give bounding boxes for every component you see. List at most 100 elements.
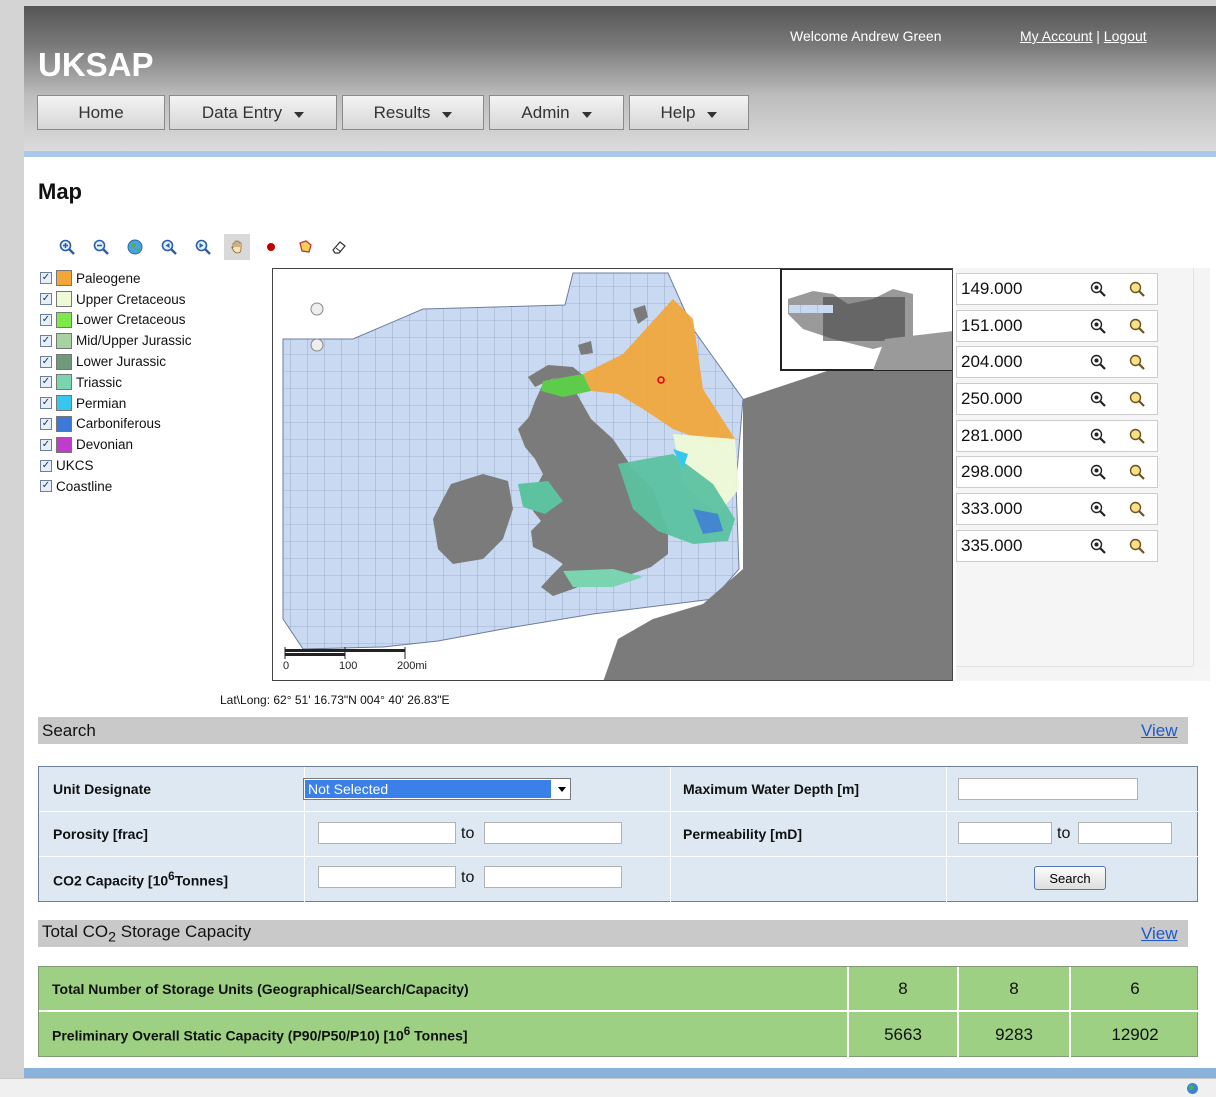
checkbox[interactable]: ✓ [40, 438, 52, 451]
zoom-next-icon[interactable] [190, 234, 216, 260]
zoom-to-extent-icon[interactable] [1079, 428, 1118, 444]
permeability-max-input[interactable] [1078, 822, 1172, 844]
checkbox[interactable]: ✓ [40, 397, 52, 410]
result-row[interactable]: 298.000 [956, 456, 1158, 488]
search-title: Search [42, 720, 96, 740]
capacity-view-link[interactable]: View [1141, 924, 1178, 944]
static-capacity-p90: 5663 [849, 1012, 959, 1057]
legend-item[interactable]: ✓ Triassic [40, 372, 270, 393]
porosity-min-input[interactable] [318, 822, 456, 844]
checkbox[interactable]: ✓ [40, 480, 52, 493]
zoom-to-extent-icon[interactable] [1079, 464, 1118, 480]
checkbox[interactable]: ✓ [40, 272, 52, 285]
color-swatch [56, 311, 72, 328]
nav-home[interactable]: Home [37, 95, 165, 130]
zoom-to-extent-icon[interactable] [1079, 391, 1118, 407]
zoom-to-extent-icon[interactable] [1079, 538, 1118, 554]
result-row[interactable]: 204.000 [956, 346, 1158, 378]
legend-item[interactable]: ✓ Mid/Upper Jurassic [40, 330, 270, 351]
map-toolbar [54, 234, 360, 260]
co2-capacity-max-input[interactable] [484, 866, 622, 888]
zoom-to-unit-icon[interactable] [1118, 391, 1157, 407]
logout-link[interactable]: Logout [1104, 28, 1147, 44]
zoom-to-extent-icon[interactable] [1079, 318, 1118, 334]
legend-item[interactable]: ✓ Coastline [40, 476, 270, 497]
unit-designate-label: Unit Designate [39, 767, 305, 812]
result-row[interactable]: 335.000 [956, 530, 1158, 562]
checkbox[interactable]: ✓ [40, 313, 52, 326]
globe-icon[interactable] [122, 234, 148, 260]
zoom-to-extent-icon[interactable] [1079, 354, 1118, 370]
legend-item[interactable]: ✓ Paleogene [40, 268, 270, 289]
result-row[interactable]: 151.000 [956, 310, 1158, 342]
checkbox[interactable]: ✓ [40, 293, 52, 306]
max-water-depth-input[interactable] [958, 778, 1138, 800]
search-view-link[interactable]: View [1141, 721, 1178, 741]
unit-designate-select[interactable]: Not Selected [303, 778, 571, 800]
color-swatch [56, 270, 72, 287]
map-viewport[interactable]: 0 100 200mi [272, 268, 953, 681]
color-swatch [56, 332, 72, 349]
zoom-out-icon[interactable] [88, 234, 114, 260]
color-swatch [56, 291, 72, 308]
checkbox[interactable]: ✓ [40, 459, 52, 472]
point-icon[interactable] [258, 234, 284, 260]
result-row[interactable]: 333.000 [956, 493, 1158, 525]
legend-label: Devonian [76, 437, 134, 453]
result-value: 298.000 [961, 462, 1023, 481]
pan-south-icon [310, 338, 324, 352]
result-row[interactable]: 281.000 [956, 420, 1158, 452]
zoom-to-unit-icon[interactable] [1118, 538, 1157, 554]
legend-item[interactable]: ✓ Lower Cretaceous [40, 310, 270, 331]
legend-item[interactable]: ✓ Permian [40, 393, 270, 414]
checkbox[interactable]: ✓ [40, 355, 52, 368]
my-account-link[interactable]: My Account [1020, 28, 1092, 44]
checkbox[interactable]: ✓ [40, 376, 52, 389]
map-canvas[interactable]: 0 100 200mi [273, 269, 953, 681]
checkbox[interactable]: ✓ [40, 417, 52, 430]
horizontal-scrollbar[interactable] [956, 666, 1193, 681]
result-row[interactable]: 250.000 [956, 383, 1158, 415]
permeability-min-input[interactable] [958, 822, 1052, 844]
result-row[interactable]: 149.000 [956, 273, 1158, 305]
co2-capacity-min-input[interactable] [318, 866, 456, 888]
pan-hand-icon[interactable] [224, 234, 250, 260]
search-button[interactable]: Search [1034, 866, 1106, 890]
vertical-scrollbar[interactable] [1193, 268, 1210, 666]
zoom-to-extent-icon[interactable] [1079, 501, 1118, 517]
porosity-max-input[interactable] [484, 822, 622, 844]
zoom-to-unit-icon[interactable] [1118, 428, 1157, 444]
zoom-in-icon[interactable] [54, 234, 80, 260]
polygon-icon[interactable] [292, 234, 318, 260]
legend-label: Paleogene [76, 270, 141, 286]
max-water-depth-label: Maximum Water Depth [m] [671, 767, 947, 812]
legend-item[interactable]: ✓ Devonian [40, 434, 270, 455]
nav-help[interactable]: Help [629, 95, 749, 130]
zoom-to-unit-icon[interactable] [1118, 464, 1157, 480]
permeability-label: Permeability [mD] [671, 812, 947, 857]
nav-results[interactable]: Results [342, 95, 484, 130]
zoom-to-unit-icon[interactable] [1118, 318, 1157, 334]
nav-data-entry[interactable]: Data Entry [169, 95, 337, 130]
legend-item[interactable]: ✓ Carboniferous [40, 414, 270, 435]
empty-cell [671, 857, 947, 902]
permeability-text: Permeability [mD] [683, 826, 803, 842]
eraser-icon[interactable] [326, 234, 352, 260]
zoom-to-unit-icon[interactable] [1118, 354, 1157, 370]
zoom-to-unit-icon[interactable] [1118, 281, 1157, 297]
checkbox[interactable]: ✓ [40, 334, 52, 347]
legend-item[interactable]: ✓ Upper Cretaceous [40, 289, 270, 310]
scale-label-100: 100 [339, 660, 357, 672]
zoom-previous-icon[interactable] [156, 234, 182, 260]
legend-label: Lower Jurassic [76, 354, 167, 370]
zoom-to-unit-icon[interactable] [1118, 501, 1157, 517]
zoom-to-extent-icon[interactable] [1079, 281, 1118, 297]
chevron-down-icon [294, 111, 305, 118]
chevron-down-icon [442, 111, 453, 118]
legend-label: Permian [76, 395, 127, 411]
legend-item[interactable]: ✓ UKCS [40, 455, 270, 476]
static-capacity-p50: 9283 [959, 1012, 1071, 1057]
scale-label-0: 0 [283, 660, 289, 672]
legend-item[interactable]: ✓ Lower Jurassic [40, 351, 270, 372]
nav-admin[interactable]: Admin [489, 95, 624, 130]
